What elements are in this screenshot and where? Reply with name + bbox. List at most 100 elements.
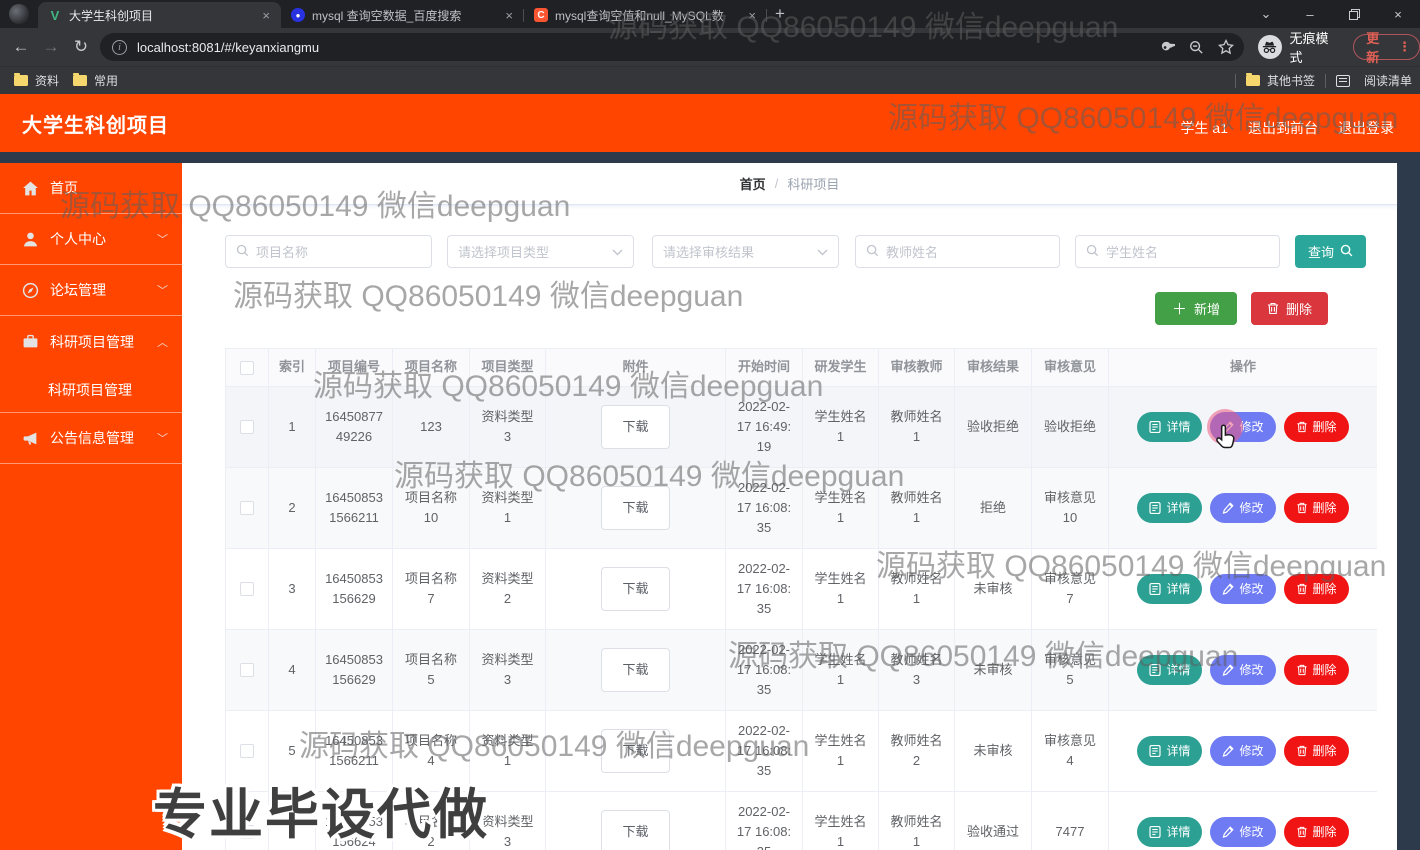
document-icon (1149, 664, 1162, 676)
download-button[interactable]: 下载 (601, 809, 670, 850)
row-delete-button[interactable]: 删除 (1283, 412, 1349, 442)
cell-audit-result: 未审核 (954, 629, 1032, 711)
download-button[interactable]: 下载 (601, 404, 670, 450)
update-button[interactable]: 更新 ⋮ (1353, 31, 1420, 65)
row-checkbox-cell (225, 386, 269, 468)
row-delete-button[interactable]: 删除 (1283, 817, 1349, 847)
forward-icon[interactable]: → (36, 32, 66, 62)
chevron-down-icon (612, 244, 623, 259)
table-row: 6 16450853 156624 项目名称 2 资料类型 3 下载 2022-02- 1… (225, 791, 1377, 850)
new-tab-button[interactable]: + (775, 4, 785, 24)
site-info-icon[interactable]: i (112, 39, 127, 55)
delete-button[interactable]: 删除 (1251, 292, 1328, 325)
cell-project-name: 项目名称 5 (392, 629, 470, 711)
action-label: 详情 (1166, 824, 1191, 839)
edit-button[interactable]: 修改 (1210, 493, 1276, 523)
cell-operations: 详情 修改 删除 (1108, 791, 1377, 850)
sidebar-item[interactable]: 公告信息管理 ﹀ (0, 413, 182, 464)
other-bookmarks[interactable]: 其他书签 (1245, 72, 1315, 89)
cell-student: 学生姓名 1 (802, 791, 879, 850)
download-button[interactable]: 下载 (601, 566, 670, 612)
edit-button[interactable]: 修改 (1210, 412, 1276, 442)
browser-tab[interactable]: V 大学生科创项目 × (38, 2, 281, 28)
browser-tab[interactable]: ● mysql 查询空数据_百度搜索 × (281, 2, 524, 28)
filter-placeholder: 项目名称 (256, 245, 309, 260)
pencil-icon (1222, 745, 1235, 757)
browser-logo[interactable] (9, 4, 29, 24)
close-tab-icon[interactable]: × (745, 8, 759, 23)
close-tab-icon[interactable]: × (259, 8, 273, 23)
row-checkbox-cell (225, 548, 269, 630)
edit-button[interactable]: 修改 (1210, 574, 1276, 604)
detail-button[interactable]: 详情 (1137, 412, 1203, 442)
exit-to-front-link[interactable]: 退出到前台 (1248, 118, 1318, 138)
edit-button[interactable]: 修改 (1210, 736, 1276, 766)
bookmark-star-icon[interactable] (1217, 39, 1234, 55)
url-text[interactable]: localhost:8081/#/keyanxiangmu (137, 40, 1146, 55)
reading-list[interactable]: 阅读清单 (1335, 72, 1412, 89)
checkbox[interactable] (240, 582, 254, 597)
checkbox[interactable] (240, 420, 254, 435)
download-button[interactable]: 下载 (601, 647, 670, 693)
search-button-label: 查询 (1307, 245, 1334, 260)
row-delete-button[interactable]: 删除 (1283, 493, 1349, 523)
filter-search-input[interactable]: 教师姓名 (855, 235, 1060, 268)
action-label: 修改 (1239, 824, 1264, 839)
browser-tab-strip: V 大学生科创项目 × ● mysql 查询空数据_百度搜索 × Cmysql查询空值和nu… (0, 0, 1420, 28)
sidebar-item[interactable]: 个人中心 ﹀ (0, 214, 182, 265)
cell-teacher: 教师姓名 1 (878, 467, 955, 549)
edit-button[interactable]: 修改 (1210, 817, 1276, 847)
sidebar-item[interactable]: 首页 (0, 163, 182, 214)
cell-teacher: 教师姓名 2 (878, 710, 955, 792)
filter-search-input[interactable]: 学生姓名 (1075, 235, 1280, 268)
sidebar-item[interactable]: 科研项目管理 ︿ (0, 316, 182, 367)
bookmark-item[interactable]: 常用 (73, 72, 118, 89)
checkbox[interactable] (240, 825, 254, 840)
cell-teacher: 教师姓名 1 (878, 548, 955, 630)
checkbox[interactable] (240, 663, 254, 678)
row-delete-button[interactable]: 删除 (1283, 655, 1349, 685)
document-icon (1149, 502, 1162, 514)
address-bar[interactable]: i localhost:8081/#/keyanxiangmu (100, 33, 1244, 61)
detail-button[interactable]: 详情 (1137, 736, 1203, 766)
checkbox[interactable] (240, 744, 254, 759)
zoom-icon[interactable] (1189, 40, 1204, 55)
edit-button[interactable]: 修改 (1210, 655, 1276, 685)
download-button[interactable]: 下载 (601, 728, 670, 774)
breadcrumb-home[interactable]: 首页 (740, 174, 766, 193)
chevron-down-icon[interactable]: ⌄ (1244, 0, 1288, 28)
download-button[interactable]: 下载 (601, 485, 670, 531)
row-checkbox-cell (225, 791, 269, 850)
logout-link[interactable]: 退出登录 (1338, 118, 1394, 138)
close-tab-icon[interactable]: × (502, 8, 516, 23)
search-button[interactable]: 查询 (1295, 235, 1366, 268)
close-window-button[interactable]: × (1376, 0, 1420, 28)
column-header: 索引 (268, 348, 316, 387)
sidebar-item[interactable]: 论坛管理 ﹀ (0, 265, 182, 316)
action-label: 详情 (1166, 419, 1191, 434)
browser-tab[interactable]: Cmysql查询空值和null_MySQL数 × (524, 2, 767, 28)
refresh-icon[interactable]: ↻ (66, 32, 96, 62)
detail-button[interactable]: 详情 (1137, 493, 1203, 523)
back-icon[interactable]: ← (6, 32, 36, 62)
browser-menu-icon[interactable]: ⋮ (1398, 39, 1411, 55)
row-delete-button[interactable]: 删除 (1283, 736, 1349, 766)
bookmark-item[interactable]: 资料 (14, 72, 59, 89)
sidebar-subitem[interactable]: 科研项目管理 (0, 367, 182, 413)
cell-project-type: 资料类型 1 (469, 467, 546, 549)
checkbox[interactable] (240, 360, 254, 375)
row-delete-button[interactable]: 删除 (1283, 574, 1349, 604)
filter-search-input[interactable]: 项目名称 (225, 235, 432, 268)
add-button[interactable]: ＋ 新增 (1155, 292, 1237, 325)
minimize-button[interactable]: – (1288, 0, 1332, 28)
key-icon[interactable] (1160, 40, 1175, 55)
cell-attachment: 下载 (545, 791, 726, 850)
filter-select[interactable]: 请选择审核结果 (652, 235, 839, 268)
detail-button[interactable]: 详情 (1137, 655, 1203, 685)
filter-select[interactable]: 请选择项目类型 (447, 235, 634, 268)
detail-button[interactable]: 详情 (1137, 574, 1203, 604)
restore-button[interactable] (1332, 0, 1376, 28)
folder-icon (1245, 73, 1260, 86)
checkbox[interactable] (240, 501, 254, 516)
detail-button[interactable]: 详情 (1137, 817, 1203, 847)
